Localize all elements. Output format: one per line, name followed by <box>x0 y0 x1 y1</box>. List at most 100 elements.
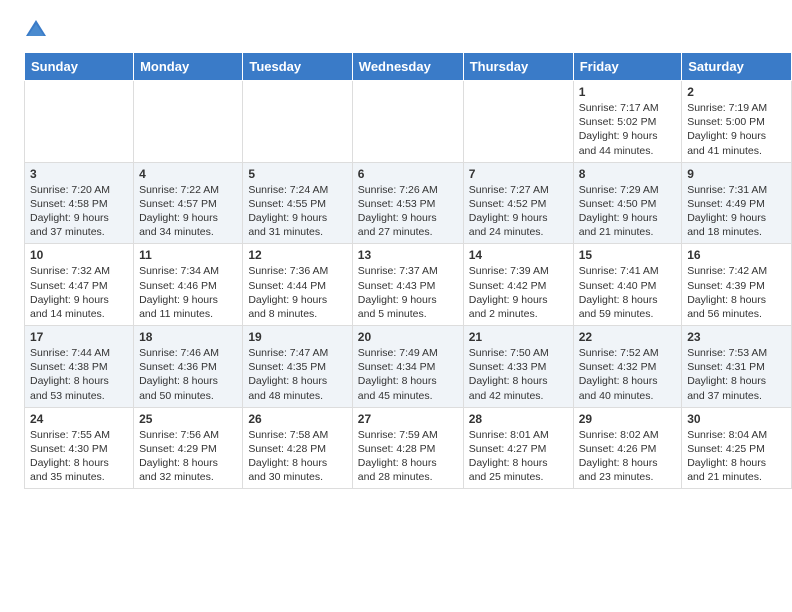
day-number: 30 <box>687 412 786 426</box>
calendar-day-cell: 29Sunrise: 8:02 AM Sunset: 4:26 PM Dayli… <box>573 407 682 489</box>
calendar-day-cell: 26 Sunrise: 7:58 AM Sunset: 4:28 PM Dayli… <box>243 407 352 489</box>
day-info: Sunrise: 7:44 AM Sunset: 4:38 PM Dayligh… <box>30 346 128 403</box>
day-info: Sunrise: 7:27 AM Sunset: 4:52 PM Dayligh… <box>469 183 568 240</box>
weekday-header: Friday <box>573 53 682 81</box>
day-info: Sunrise: 7:22 AM Sunset: 4:57 PM Dayligh… <box>139 183 237 240</box>
day-info: Sunrise: 7:36 AM Sunset: 4:44 PM Dayligh… <box>248 264 346 321</box>
day-number: 25 <box>139 412 237 426</box>
calendar-day-cell: 20 Sunrise: 7:49 AM Sunset: 4:34 PM Dayli… <box>352 326 463 408</box>
weekday-header: Sunday <box>25 53 134 81</box>
day-number: 23 <box>687 330 786 344</box>
calendar-week-row: 24Sunrise: 7:55 AM Sunset: 4:30 PM Dayli… <box>25 407 792 489</box>
day-info: Sunrise: 7:50 AM Sunset: 4:33 PM Dayligh… <box>469 346 568 403</box>
day-info: Sunrise: 7:19 AM Sunset: 5:00 PM Dayligh… <box>687 101 786 158</box>
day-info: Sunrise: 7:26 AM Sunset: 4:53 PM Dayligh… <box>358 183 458 240</box>
day-info: Sunrise: 7:20 AM Sunset: 4:58 PM Dayligh… <box>30 183 128 240</box>
calendar-day-cell <box>134 81 243 163</box>
calendar-body: 1 Sunrise: 7:17 AM Sunset: 5:02 PM Daylig… <box>25 81 792 489</box>
day-number: 16 <box>687 248 786 262</box>
weekday-header: Tuesday <box>243 53 352 81</box>
calendar-day-cell <box>243 81 352 163</box>
calendar-day-cell: 16 Sunrise: 7:42 AM Sunset: 4:39 PM Dayli… <box>682 244 792 326</box>
calendar-day-cell: 30 Sunrise: 8:04 AM Sunset: 4:25 PM Dayli… <box>682 407 792 489</box>
day-number: 10 <box>30 248 128 262</box>
calendar-table: SundayMondayTuesdayWednesdayThursdayFrid… <box>24 52 792 489</box>
day-info: Sunrise: 7:42 AM Sunset: 4:39 PM Dayligh… <box>687 264 786 321</box>
calendar-day-cell: 19Sunrise: 7:47 AM Sunset: 4:35 PM Dayli… <box>243 326 352 408</box>
calendar-day-cell: 5 Sunrise: 7:24 AM Sunset: 4:55 PM Daylig… <box>243 162 352 244</box>
calendar-day-cell: 17 Sunrise: 7:44 AM Sunset: 4:38 PM Dayli… <box>25 326 134 408</box>
calendar-day-cell: 28 Sunrise: 8:01 AM Sunset: 4:27 PM Dayli… <box>463 407 573 489</box>
day-number: 15 <box>579 248 677 262</box>
calendar-day-cell: 14 Sunrise: 7:39 AM Sunset: 4:42 PM Dayli… <box>463 244 573 326</box>
calendar-day-cell: 27 Sunrise: 7:59 AM Sunset: 4:28 PM Dayli… <box>352 407 463 489</box>
day-number: 27 <box>358 412 458 426</box>
calendar-week-row: 17 Sunrise: 7:44 AM Sunset: 4:38 PM Dayli… <box>25 326 792 408</box>
weekday-row: SundayMondayTuesdayWednesdayThursdayFrid… <box>25 53 792 81</box>
day-number: 19 <box>248 330 346 344</box>
day-number: 29 <box>579 412 677 426</box>
day-number: 13 <box>358 248 458 262</box>
page-header <box>0 0 792 52</box>
day-number: 5 <box>248 167 346 181</box>
day-number: 11 <box>139 248 237 262</box>
day-number: 2 <box>687 85 786 99</box>
calendar-day-cell: 10 Sunrise: 7:32 AM Sunset: 4:47 PM Dayli… <box>25 244 134 326</box>
day-number: 20 <box>358 330 458 344</box>
calendar-day-cell: 2 Sunrise: 7:19 AM Sunset: 5:00 PM Daylig… <box>682 81 792 163</box>
calendar-day-cell: 18 Sunrise: 7:46 AM Sunset: 4:36 PM Dayli… <box>134 326 243 408</box>
calendar-day-cell <box>352 81 463 163</box>
calendar-day-cell: 25Sunrise: 7:56 AM Sunset: 4:29 PM Dayli… <box>134 407 243 489</box>
day-info: Sunrise: 8:01 AM Sunset: 4:27 PM Dayligh… <box>469 428 568 485</box>
day-info: Sunrise: 7:53 AM Sunset: 4:31 PM Dayligh… <box>687 346 786 403</box>
weekday-header: Thursday <box>463 53 573 81</box>
calendar-day-cell: 11Sunrise: 7:34 AM Sunset: 4:46 PM Dayli… <box>134 244 243 326</box>
day-info: Sunrise: 7:46 AM Sunset: 4:36 PM Dayligh… <box>139 346 237 403</box>
day-info: Sunrise: 7:24 AM Sunset: 4:55 PM Dayligh… <box>248 183 346 240</box>
calendar-day-cell <box>25 81 134 163</box>
day-info: Sunrise: 8:04 AM Sunset: 4:25 PM Dayligh… <box>687 428 786 485</box>
calendar-wrapper: SundayMondayTuesdayWednesdayThursdayFrid… <box>0 52 792 501</box>
day-info: Sunrise: 7:17 AM Sunset: 5:02 PM Dayligh… <box>579 101 677 158</box>
logo-icon <box>24 18 48 42</box>
day-number: 18 <box>139 330 237 344</box>
calendar-week-row: 3Sunrise: 7:20 AM Sunset: 4:58 PM Daylig… <box>25 162 792 244</box>
day-number: 12 <box>248 248 346 262</box>
weekday-header: Saturday <box>682 53 792 81</box>
calendar-day-cell: 4Sunrise: 7:22 AM Sunset: 4:57 PM Daylig… <box>134 162 243 244</box>
day-number: 8 <box>579 167 677 181</box>
day-number: 6 <box>358 167 458 181</box>
day-info: Sunrise: 7:32 AM Sunset: 4:47 PM Dayligh… <box>30 264 128 321</box>
calendar-day-cell: 22 Sunrise: 7:52 AM Sunset: 4:32 PM Dayli… <box>573 326 682 408</box>
calendar-day-cell <box>463 81 573 163</box>
day-number: 7 <box>469 167 568 181</box>
day-number: 22 <box>579 330 677 344</box>
day-number: 28 <box>469 412 568 426</box>
calendar-day-cell: 8Sunrise: 7:29 AM Sunset: 4:50 PM Daylig… <box>573 162 682 244</box>
day-info: Sunrise: 7:52 AM Sunset: 4:32 PM Dayligh… <box>579 346 677 403</box>
calendar-day-cell: 1 Sunrise: 7:17 AM Sunset: 5:02 PM Daylig… <box>573 81 682 163</box>
calendar-week-row: 1 Sunrise: 7:17 AM Sunset: 5:02 PM Daylig… <box>25 81 792 163</box>
day-info: Sunrise: 7:58 AM Sunset: 4:28 PM Dayligh… <box>248 428 346 485</box>
calendar-day-cell: 24Sunrise: 7:55 AM Sunset: 4:30 PM Dayli… <box>25 407 134 489</box>
day-info: Sunrise: 7:59 AM Sunset: 4:28 PM Dayligh… <box>358 428 458 485</box>
calendar-day-cell: 7 Sunrise: 7:27 AM Sunset: 4:52 PM Daylig… <box>463 162 573 244</box>
day-info: Sunrise: 7:49 AM Sunset: 4:34 PM Dayligh… <box>358 346 458 403</box>
weekday-header: Monday <box>134 53 243 81</box>
calendar-day-cell: 12 Sunrise: 7:36 AM Sunset: 4:44 PM Dayli… <box>243 244 352 326</box>
day-number: 1 <box>579 85 677 99</box>
day-info: Sunrise: 7:41 AM Sunset: 4:40 PM Dayligh… <box>579 264 677 321</box>
day-info: Sunrise: 7:55 AM Sunset: 4:30 PM Dayligh… <box>30 428 128 485</box>
day-number: 9 <box>687 167 786 181</box>
day-number: 17 <box>30 330 128 344</box>
day-info: Sunrise: 7:39 AM Sunset: 4:42 PM Dayligh… <box>469 264 568 321</box>
calendar-day-cell: 6 Sunrise: 7:26 AM Sunset: 4:53 PM Daylig… <box>352 162 463 244</box>
calendar-day-cell: 15 Sunrise: 7:41 AM Sunset: 4:40 PM Dayli… <box>573 244 682 326</box>
calendar-day-cell: 13Sunrise: 7:37 AM Sunset: 4:43 PM Dayli… <box>352 244 463 326</box>
day-info: Sunrise: 7:31 AM Sunset: 4:49 PM Dayligh… <box>687 183 786 240</box>
calendar-day-cell: 3Sunrise: 7:20 AM Sunset: 4:58 PM Daylig… <box>25 162 134 244</box>
calendar-header: SundayMondayTuesdayWednesdayThursdayFrid… <box>25 53 792 81</box>
weekday-header: Wednesday <box>352 53 463 81</box>
day-number: 14 <box>469 248 568 262</box>
day-number: 26 <box>248 412 346 426</box>
